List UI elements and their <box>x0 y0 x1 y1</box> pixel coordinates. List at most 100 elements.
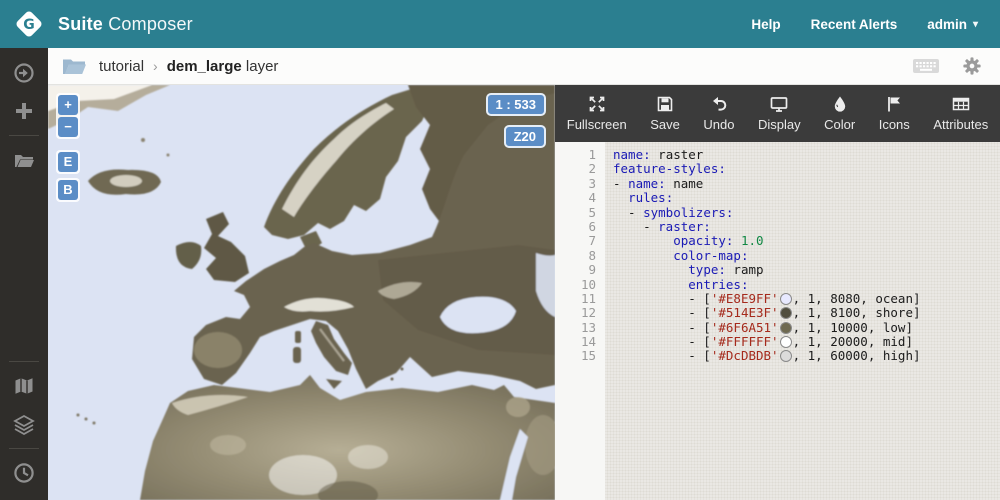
code-line[interactable]: color-map: <box>613 247 1000 263</box>
code-token: - [ <box>613 348 711 364</box>
sidebar-item-maps[interactable] <box>0 367 48 405</box>
toolbar-button-fullscreen[interactable]: Fullscreen <box>555 85 638 142</box>
code-line[interactable]: - ['#FFFFFF' , 1, 20000, mid] <box>613 334 1000 350</box>
code-token: '#6F6A51' <box>710 319 779 335</box>
code-token: - [ <box>613 319 711 335</box>
color-swatch[interactable] <box>779 350 792 363</box>
toolbar-button-color[interactable]: Color <box>812 85 867 142</box>
sidebar-divider <box>9 135 39 136</box>
map-viewport[interactable]: + − E B 1 : 533 Z20 <box>48 85 555 500</box>
chevron-down-icon: ▾ <box>972 18 978 30</box>
sidebar-item-layers[interactable] <box>0 405 48 443</box>
save-icon <box>656 95 674 113</box>
color-swatch[interactable] <box>779 307 792 320</box>
toolbar-button-display[interactable]: Display <box>746 85 812 142</box>
line-number: 10 <box>580 276 596 292</box>
breadcrumb: tutorial › dem_large layer <box>48 48 1000 85</box>
line-number: 14 <box>580 334 596 350</box>
nav-item-label: admin <box>927 16 967 32</box>
folder-icon <box>62 56 87 76</box>
keyboard-icon[interactable] <box>912 56 940 76</box>
color-icon <box>831 95 849 113</box>
code-token: color-map: <box>673 247 749 263</box>
yaml-editor[interactable]: 1 2 3 4 5 6 7 8 9 10 11 12 13 14 15 name: raster featur… <box>555 142 1000 500</box>
breadcrumb-current: dem_large layer <box>167 58 279 75</box>
code-token: ramp <box>725 262 764 278</box>
code-token: name: <box>613 147 651 162</box>
toolbar-button-label: Display <box>757 117 801 132</box>
line-number: 15 <box>580 348 596 364</box>
toolbar-button-undo[interactable]: Undo <box>692 85 747 142</box>
code-token: rules: <box>628 190 674 206</box>
code-line[interactable]: - ['#514E3F' , 1, 8100, shore] <box>613 306 1000 320</box>
code-token: , 1, 8080, ocean] <box>792 290 921 306</box>
line-number: 12 <box>580 305 596 321</box>
zoom-in-button[interactable]: + <box>58 95 78 115</box>
code-token: , 1, 20000, mid] <box>792 334 913 350</box>
code-token: , 1, 60000, high] <box>792 348 921 364</box>
sidebar-item-add[interactable] <box>0 92 48 130</box>
dem-raster-layer <box>48 85 555 500</box>
code-token: raster: <box>658 218 711 234</box>
left-sidebar <box>0 48 48 500</box>
editor-gutter: 1 2 3 4 5 6 7 8 9 10 11 12 13 14 15 <box>555 142 605 500</box>
code-token: name <box>665 175 704 191</box>
suite-logo-icon[interactable]: G <box>12 7 46 41</box>
code-line[interactable]: - name: name <box>613 175 1000 191</box>
code-line[interactable]: - raster: <box>613 218 1000 234</box>
color-swatch[interactable] <box>779 292 792 305</box>
basemap-control: B <box>56 178 80 202</box>
toolbar-button-save[interactable]: Save <box>638 85 691 142</box>
nav-item-admin[interactable]: admin ▾ <box>927 17 978 32</box>
edit-button[interactable]: E <box>58 152 78 172</box>
breadcrumb-parent[interactable]: tutorial <box>99 58 144 75</box>
line-number: 13 <box>580 319 596 335</box>
sidebar-item-expand[interactable] <box>0 54 48 92</box>
style-editor-panel: Fullscreen Save Undo Display Color Icons Attri… <box>555 85 1000 500</box>
nav-item-label: Help <box>751 16 781 32</box>
layer-suffix: layer <box>241 57 279 75</box>
zoom-out-button[interactable]: − <box>58 117 78 137</box>
code-line[interactable]: - ['#DcDBDB' , 1, 60000, high] <box>613 349 1000 363</box>
color-swatch[interactable] <box>779 336 792 349</box>
code-token: name: <box>628 175 666 191</box>
toolbar-button-label: Save <box>650 117 680 132</box>
nav-item-recent-alerts[interactable]: Recent Alerts <box>811 17 898 32</box>
toolbar-button-label: Undo <box>703 117 735 132</box>
clock-icon <box>13 462 35 484</box>
nav-item-help[interactable]: Help <box>751 17 780 32</box>
editor-code[interactable]: name: raster feature-styles: - name: name … <box>605 142 1000 500</box>
code-line[interactable]: feature-styles: <box>613 162 1000 176</box>
code-line[interactable]: entries: <box>613 276 1000 292</box>
code-line[interactable]: - symbolizers: <box>613 204 1000 220</box>
gear-icon[interactable] <box>958 56 986 76</box>
sidebar-divider <box>9 448 39 449</box>
line-number: 2 <box>588 161 596 177</box>
code-token: symbolizers: <box>643 204 734 220</box>
code-token: entries: <box>688 276 749 292</box>
code-token: - <box>613 218 659 234</box>
app-title-rest: Composer <box>108 13 193 34</box>
sidebar-item-browse[interactable] <box>0 141 48 179</box>
code-line[interactable]: - ['#6F6A51' , 1, 10000, low] <box>613 319 1000 335</box>
basemap-button[interactable]: B <box>58 180 78 200</box>
code-line[interactable]: type: ramp <box>613 262 1000 278</box>
layers-icon <box>13 413 35 435</box>
line-number: 1 <box>588 147 596 162</box>
color-swatch[interactable] <box>779 321 792 334</box>
sidebar-item-recent[interactable] <box>0 454 48 492</box>
toolbar-button-attributes[interactable]: Attributes <box>922 85 1000 142</box>
code-token: '#FFFFFF' <box>710 334 779 350</box>
toolbar-button-icons[interactable]: Icons <box>867 85 922 142</box>
folder-open-icon <box>13 149 35 171</box>
header-nav: Help Recent Alerts admin ▾ <box>751 17 1000 32</box>
code-line[interactable]: name: raster <box>613 147 1000 162</box>
code-line[interactable]: rules: <box>613 190 1000 206</box>
code-line[interactable]: opacity: 1.0 <box>613 234 1000 248</box>
code-line[interactable]: - ['#E8E9FF' , 1, 8080, ocean] <box>613 290 1000 306</box>
